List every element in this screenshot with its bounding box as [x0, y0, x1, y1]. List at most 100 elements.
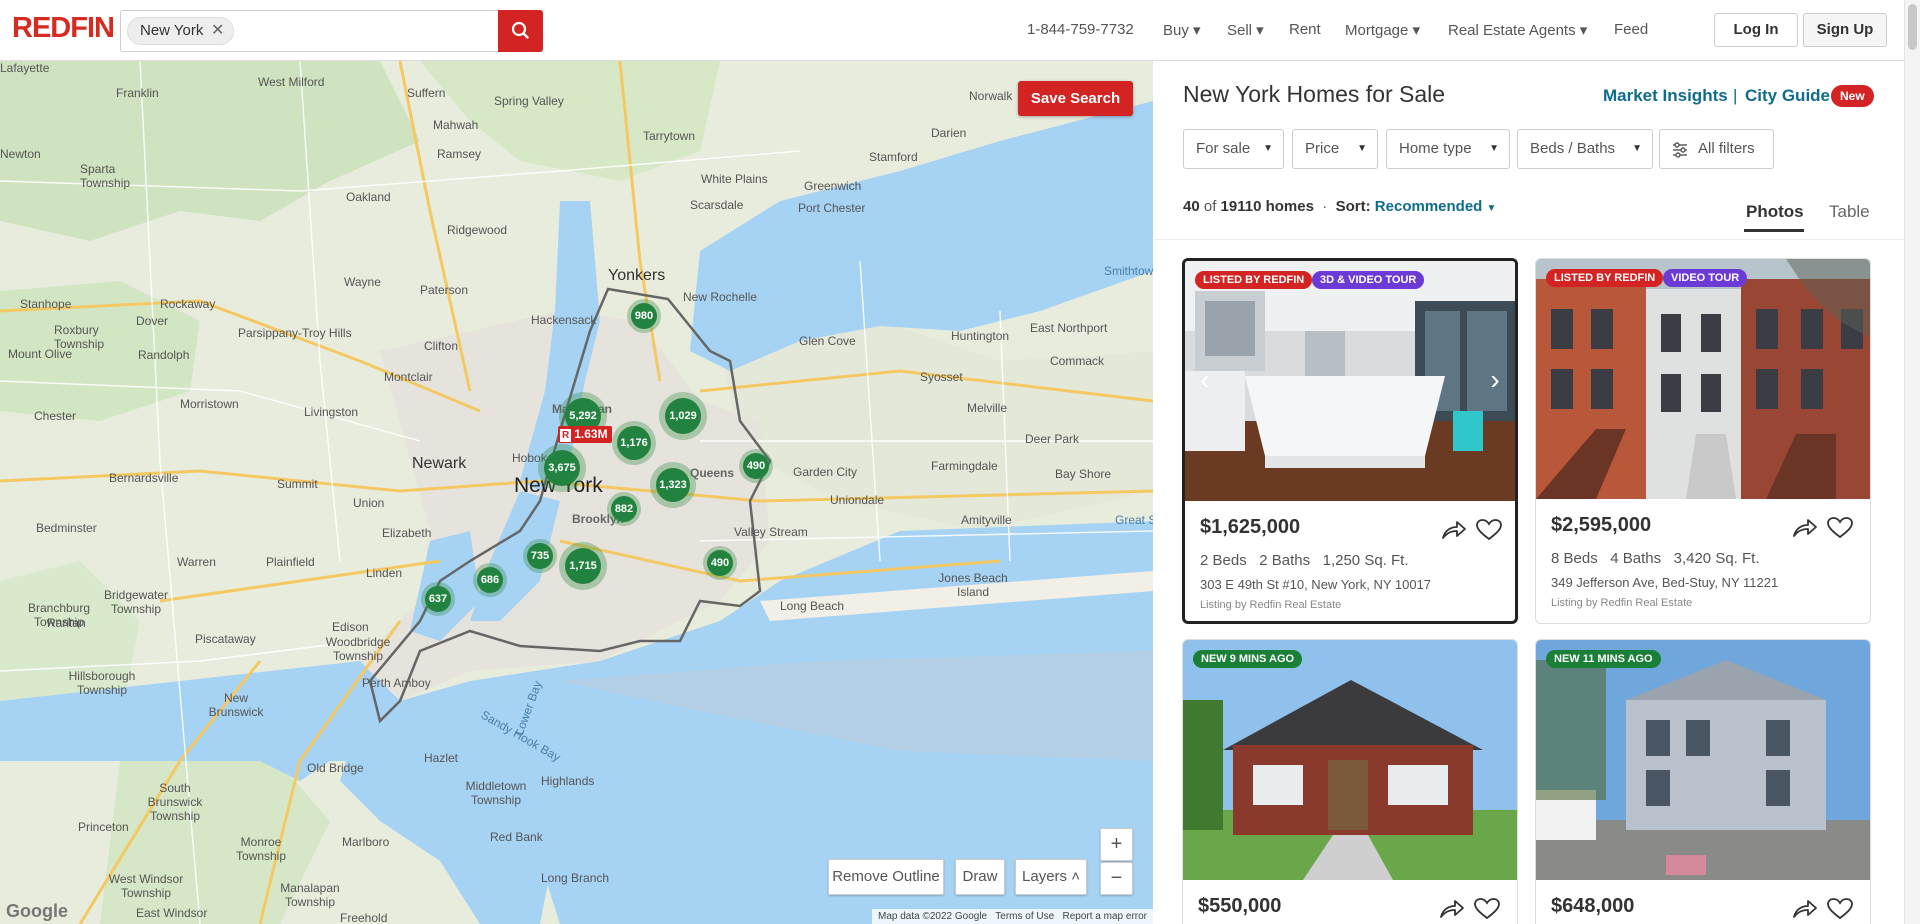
- beds: 2 Beds: [1200, 552, 1247, 569]
- map-cluster[interactable]: 980: [627, 299, 661, 333]
- sort-dropdown[interactable]: Recommended ▼: [1375, 198, 1497, 215]
- results-total: 19110 homes: [1220, 198, 1314, 215]
- tab-photos[interactable]: Photos: [1746, 202, 1804, 222]
- map-cluster[interactable]: 1,715: [559, 542, 607, 590]
- scrollbar-thumb[interactable]: [1908, 4, 1917, 50]
- zoom-in-button[interactable]: +: [1100, 828, 1133, 861]
- map-town-label: Franklin: [116, 86, 159, 100]
- close-icon[interactable]: ✕: [211, 18, 224, 44]
- redfin-logo[interactable]: REDFIN: [12, 12, 115, 45]
- save-search-button[interactable]: Save Search: [1018, 81, 1133, 116]
- search-chip[interactable]: New York ✕: [127, 17, 235, 45]
- report-error-link[interactable]: Report a map error: [1063, 911, 1147, 922]
- map-town-label: Garden City: [793, 465, 858, 479]
- map-town-label: Lafayette: [0, 61, 50, 75]
- tab-table[interactable]: Table: [1829, 202, 1870, 222]
- listing-photo[interactable]: NEW 11 MINS AGO: [1536, 640, 1870, 880]
- map-town-label: Sparta Township: [80, 162, 131, 190]
- filter-all-filters[interactable]: All filters: [1659, 129, 1774, 169]
- map-price-pin[interactable]: R 1.63M: [558, 426, 612, 443]
- map-town-label: Jones Beach Island: [938, 571, 1008, 599]
- filter-home-type[interactable]: Home type ▼: [1386, 129, 1510, 169]
- share-icon[interactable]: [1440, 518, 1468, 542]
- listing-card[interactable]: LISTED BY REDFIN VIDEO TOUR $2,595,000 8…: [1535, 258, 1871, 624]
- signup-button[interactable]: Sign Up: [1803, 13, 1887, 47]
- map-cluster[interactable]: 1,029: [659, 392, 707, 440]
- filter-price[interactable]: Price ▼: [1292, 129, 1378, 169]
- city-guide-link[interactable]: City Guide: [1745, 86, 1830, 106]
- active-tab-indicator: [1744, 229, 1804, 232]
- nav-sell[interactable]: Sell ▾: [1227, 21, 1264, 39]
- heart-icon[interactable]: [1475, 518, 1503, 542]
- map-town-label: Raritan: [47, 616, 86, 630]
- map-town-label: Woodbridge Township: [325, 635, 391, 663]
- terms-link[interactable]: Terms of Use: [995, 911, 1054, 922]
- draw-button[interactable]: Draw: [955, 859, 1005, 895]
- heart-icon[interactable]: [1826, 897, 1854, 921]
- listing-card[interactable]: NEW 11 MINS AGO $648,000: [1535, 639, 1871, 924]
- map-town-label: Manalapan Township: [280, 881, 340, 909]
- caret-down-icon: ▼: [1486, 203, 1497, 214]
- map-town-label: Scarsdale: [690, 198, 744, 212]
- nav-mortgage[interactable]: Mortgage ▾: [1345, 21, 1420, 39]
- remove-outline-button[interactable]: Remove Outline: [828, 859, 944, 895]
- login-button[interactable]: Log In: [1714, 13, 1798, 47]
- map-town-label: Highlands: [541, 774, 595, 788]
- filter-for-sale[interactable]: For sale ▼: [1183, 129, 1284, 169]
- map-cluster[interactable]: 735: [523, 539, 557, 573]
- nav-buy[interactable]: Buy ▾: [1163, 21, 1201, 39]
- map-town-label: Wayne: [344, 275, 381, 289]
- heart-icon[interactable]: [1826, 516, 1854, 540]
- baths: 4 Baths: [1610, 550, 1662, 567]
- map-town-label: Perth Amboy: [362, 676, 431, 690]
- map-cluster[interactable]: 1,176: [612, 421, 656, 465]
- zoom-out-button[interactable]: −: [1100, 862, 1133, 895]
- listing-photo[interactable]: LISTED BY REDFIN VIDEO TOUR: [1536, 259, 1870, 499]
- map-town-label: Uniondale: [830, 493, 885, 507]
- nav-real-estate-agents[interactable]: Real Estate Agents ▾: [1448, 21, 1587, 39]
- map-attribution: Map data ©2022 Google Terms of Use Repor…: [871, 909, 1153, 924]
- listing-price: $2,595,000: [1551, 514, 1652, 536]
- map-cluster[interactable]: 490: [703, 546, 737, 580]
- search-button[interactable]: [498, 10, 543, 52]
- map-cluster[interactable]: 686: [473, 563, 507, 597]
- map-town-label: Morristown: [180, 397, 239, 411]
- map-town-label: Syosset: [920, 370, 963, 384]
- map-cluster-count: 490: [743, 453, 769, 479]
- map-cluster-count: 882: [611, 496, 637, 522]
- map-town-label: Monroe Township: [235, 835, 287, 863]
- share-icon[interactable]: [1791, 516, 1819, 540]
- listing-photo[interactable]: LISTED BY REDFIN 3D & VIDEO TOUR ‹ ›: [1185, 261, 1515, 501]
- filter-beds-baths[interactable]: Beds / Baths ▼: [1517, 129, 1653, 169]
- map-town-label: Princeton: [78, 820, 129, 834]
- chevron-right-icon[interactable]: ›: [1483, 365, 1507, 395]
- map-town-label: Dover: [136, 314, 169, 328]
- listing-card[interactable]: LISTED BY REDFIN 3D & VIDEO TOUR ‹ › $1,…: [1182, 258, 1518, 624]
- market-insights-link[interactable]: Market Insights: [1603, 86, 1728, 106]
- results-shown: 40: [1183, 198, 1200, 215]
- map-cluster[interactable]: 3,675: [538, 444, 586, 492]
- phone-number[interactable]: 1-844-759-7732: [1027, 21, 1134, 38]
- listing-address[interactable]: 303 E 49th St #10, New York, NY 10017: [1200, 577, 1431, 592]
- layers-button[interactable]: Layers ˄: [1015, 859, 1087, 895]
- map-cluster[interactable]: 637: [421, 582, 455, 616]
- nav-rent[interactable]: Rent: [1289, 21, 1321, 38]
- chevron-left-icon[interactable]: ‹: [1193, 365, 1217, 395]
- map-cluster[interactable]: 490: [739, 449, 773, 483]
- share-icon[interactable]: [1438, 897, 1466, 921]
- map-cluster-count: 490: [707, 550, 733, 576]
- page-scrollbar[interactable]: [1904, 0, 1920, 924]
- listing-card[interactable]: NEW 9 MINS AGO $550,000: [1182, 639, 1518, 924]
- search-box[interactable]: New York ✕: [120, 10, 543, 52]
- map-town-label: Stanhope: [20, 297, 72, 311]
- map-town-label: Bernardsville: [109, 471, 179, 485]
- map-cluster[interactable]: 1,323: [650, 462, 696, 508]
- listing-photo[interactable]: NEW 9 MINS AGO: [1183, 640, 1517, 880]
- heart-icon[interactable]: [1473, 897, 1501, 921]
- listing-address[interactable]: 349 Jefferson Ave, Bed-Stuy, NY 11221: [1551, 575, 1778, 590]
- map-town-label: Ramsey: [437, 147, 482, 161]
- share-icon[interactable]: [1791, 897, 1819, 921]
- nav-feed[interactable]: Feed: [1614, 21, 1648, 38]
- map-panel[interactable]: Lafayette Franklin West Milford Suffern …: [0, 61, 1153, 924]
- map-cluster[interactable]: 882: [607, 492, 641, 526]
